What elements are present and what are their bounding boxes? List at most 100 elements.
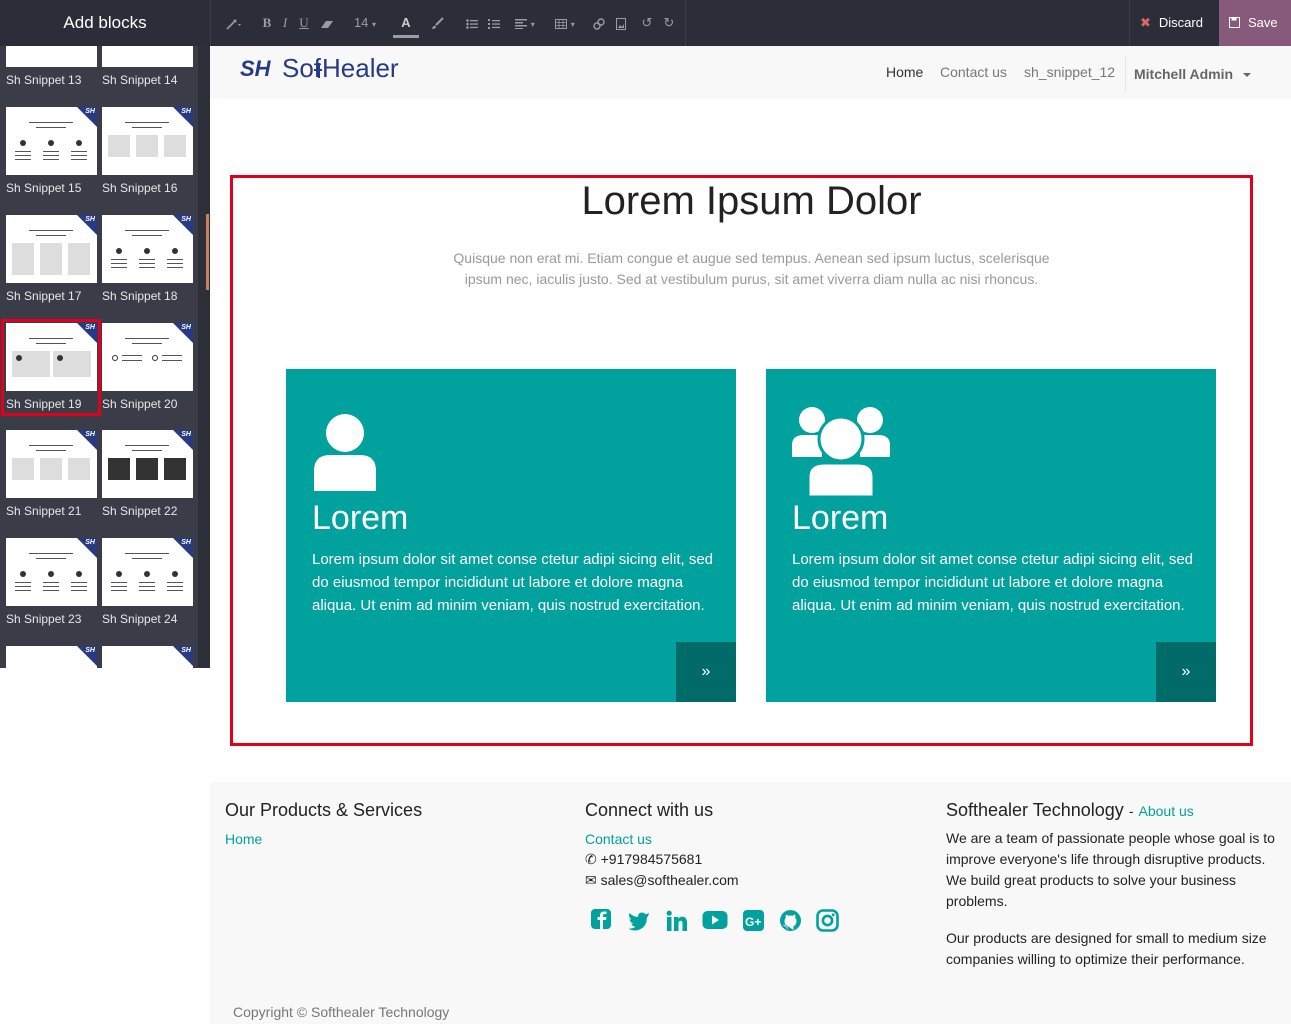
about-us-link[interactable]: About us [1139, 803, 1194, 819]
image-icon[interactable] [613, 12, 629, 34]
snippet-label[interactable]: Sh Snippet 16 [102, 181, 177, 195]
snippet-label[interactable]: Sh Snippet 17 [6, 289, 81, 303]
snippet-label[interactable]: Sh Snippet 24 [102, 612, 177, 626]
bold-icon[interactable]: B [261, 12, 273, 34]
github-icon[interactable] [779, 909, 803, 933]
facebook-icon[interactable] [590, 908, 614, 932]
discard-button[interactable]: ✖ Discard [1129, 0, 1219, 46]
editor-toolbar: B I U 14 ▾ A ▾ ▾ ↺ ↻ [210, 0, 686, 46]
eraser-icon[interactable] [319, 12, 335, 34]
section-subtitle: Quisque non erat mi. Etiam congue et aug… [453, 250, 1050, 287]
footer-company-title: Softhealer Technology - About us [946, 800, 1194, 821]
discard-label: Discard [1158, 15, 1203, 30]
user-menu[interactable]: Mitchell Admin [1125, 56, 1252, 92]
snippet-label[interactable]: Sh Snippet 15 [6, 181, 81, 195]
footer-about-p2: Our products are designed for small to m… [946, 930, 1267, 967]
footer-home-link[interactable]: Home [225, 831, 262, 847]
card-arrow-button[interactable]: » [676, 642, 736, 702]
user-name: Mitchell Admin [1134, 66, 1234, 82]
paint-brush-icon[interactable] [429, 12, 445, 34]
save-button[interactable]: Save [1219, 0, 1291, 46]
footer-about-p1: We are a team of passionate people whose… [946, 830, 1275, 909]
website-page: SH Sof Healer Home Contact us sh_snippet… [210, 46, 1291, 1024]
snippet-label[interactable]: Sh Snippet 23 [6, 612, 81, 626]
underline-icon[interactable]: U [297, 12, 311, 34]
nav-home[interactable]: Home [886, 46, 923, 99]
copyright: Copyright © Softhealer Technology [233, 1004, 450, 1020]
linkedin-icon[interactable] [666, 910, 688, 932]
magic-icon[interactable] [223, 12, 247, 34]
snippet-thumbnail[interactable]: SH [102, 323, 193, 391]
snippet-label[interactable]: Sh Snippet 18 [102, 289, 177, 303]
snippet-label[interactable]: Sh Snippet 21 [6, 504, 81, 518]
snippet-thumbnail[interactable]: SH [102, 215, 193, 283]
softhealer-logo[interactable]: SH Sof Healer [240, 54, 415, 84]
user-icon [314, 414, 376, 491]
instagram-icon[interactable] [816, 909, 840, 933]
card-arrow-button[interactable]: » [1156, 642, 1216, 702]
card-text: Lorem ipsum dolor sit amet conse ctetur … [312, 551, 714, 614]
snippet-thumbnail[interactable]: SH [6, 107, 97, 175]
blank-area [0, 668, 210, 1024]
floppy-icon [1229, 17, 1240, 28]
snippet-thumbnail[interactable]: SH [6, 46, 97, 67]
snippet-label[interactable]: Sh Snippet 14 [102, 73, 177, 87]
save-label: Save [1248, 15, 1278, 30]
feature-card: Lorem Lorem ipsum dolor sit amet conse c… [286, 369, 736, 702]
footer-phone: ✆ +917984575681 [585, 849, 702, 870]
users-icon [792, 407, 890, 497]
phone-icon: ✆ [585, 851, 597, 867]
table-icon[interactable]: ▾ [551, 12, 579, 34]
snippet-thumbnail[interactable]: SH [6, 215, 97, 283]
svg-text:SH: SH [240, 56, 272, 81]
svg-text:G+: G+ [745, 915, 761, 929]
font-color-icon[interactable]: A [393, 12, 419, 38]
google-plus-icon[interactable]: G+ [742, 909, 766, 933]
font-size-dropdown[interactable]: 14 ▾ [349, 12, 381, 34]
snippet-thumbnail[interactable]: SH [6, 430, 97, 498]
snippet-thumbnail[interactable]: SH [6, 646, 97, 668]
redo-icon[interactable]: ↻ [661, 12, 677, 34]
sidebar-scroll-thumb[interactable] [206, 214, 209, 290]
snippet-thumbnail[interactable]: SH [102, 46, 193, 67]
card-title: Lorem [312, 499, 409, 537]
snippet-thumbnail[interactable]: SH [102, 538, 193, 606]
site-header: SH Sof Healer Home Contact us sh_snippet… [210, 46, 1291, 99]
sidebar-scrollbar[interactable] [198, 46, 210, 668]
title-separator: - [1128, 803, 1134, 819]
footer-products-title: Our Products & Services [225, 800, 423, 820]
snippet-thumbnail[interactable]: SH [102, 646, 193, 668]
svg-text:Sof: Sof [282, 54, 322, 83]
nav-contact-us[interactable]: Contact us [940, 46, 1007, 99]
unordered-list-icon[interactable] [465, 12, 479, 34]
snippet-label[interactable]: Sh Snippet 13 [6, 73, 81, 87]
italic-icon[interactable]: I [279, 12, 291, 34]
section-title: Lorem Ipsum Dolor [581, 179, 922, 223]
footer-contact-link[interactable]: Contact us [585, 831, 652, 847]
email-address: sales@softhealer.com [600, 872, 739, 888]
editor-topbar: Add blocks B I U 14 ▾ A ▾ ▾ ↺ ↻ ✖ Discar… [0, 0, 1291, 46]
youtube-icon[interactable] [702, 910, 728, 930]
ordered-list-icon[interactable] [487, 12, 501, 34]
selected-snippet-highlight [1, 319, 101, 416]
snippet-thumbnail[interactable]: SH [102, 107, 193, 175]
footer-connect-title: Connect with us [585, 800, 714, 820]
font-size-value: 14 [353, 15, 369, 30]
nav-sh-snippet-12[interactable]: sh_snippet_12 [1024, 46, 1115, 99]
company-name: Softhealer Technology [946, 800, 1124, 820]
card-title: Lorem [792, 499, 889, 537]
snippet-label[interactable]: Sh Snippet 20 [102, 397, 177, 411]
snippet-thumbnail[interactable]: SH [6, 538, 97, 606]
caret-down-icon [1243, 73, 1252, 78]
align-icon[interactable]: ▾ [511, 12, 539, 34]
add-blocks-title: Add blocks [63, 13, 147, 32]
close-icon: ✖ [1140, 15, 1151, 30]
snippet-label[interactable]: Sh Snippet 22 [102, 504, 177, 518]
card-text: Lorem ipsum dolor sit amet conse ctetur … [792, 551, 1194, 614]
phone-number: +917984575681 [600, 851, 703, 867]
snippet-thumbnail[interactable]: SH [102, 430, 193, 498]
undo-icon[interactable]: ↺ [639, 12, 655, 34]
feature-card: Lorem Lorem ipsum dolor sit amet conse c… [766, 369, 1216, 702]
link-icon[interactable] [591, 12, 607, 34]
twitter-icon[interactable] [627, 910, 651, 932]
